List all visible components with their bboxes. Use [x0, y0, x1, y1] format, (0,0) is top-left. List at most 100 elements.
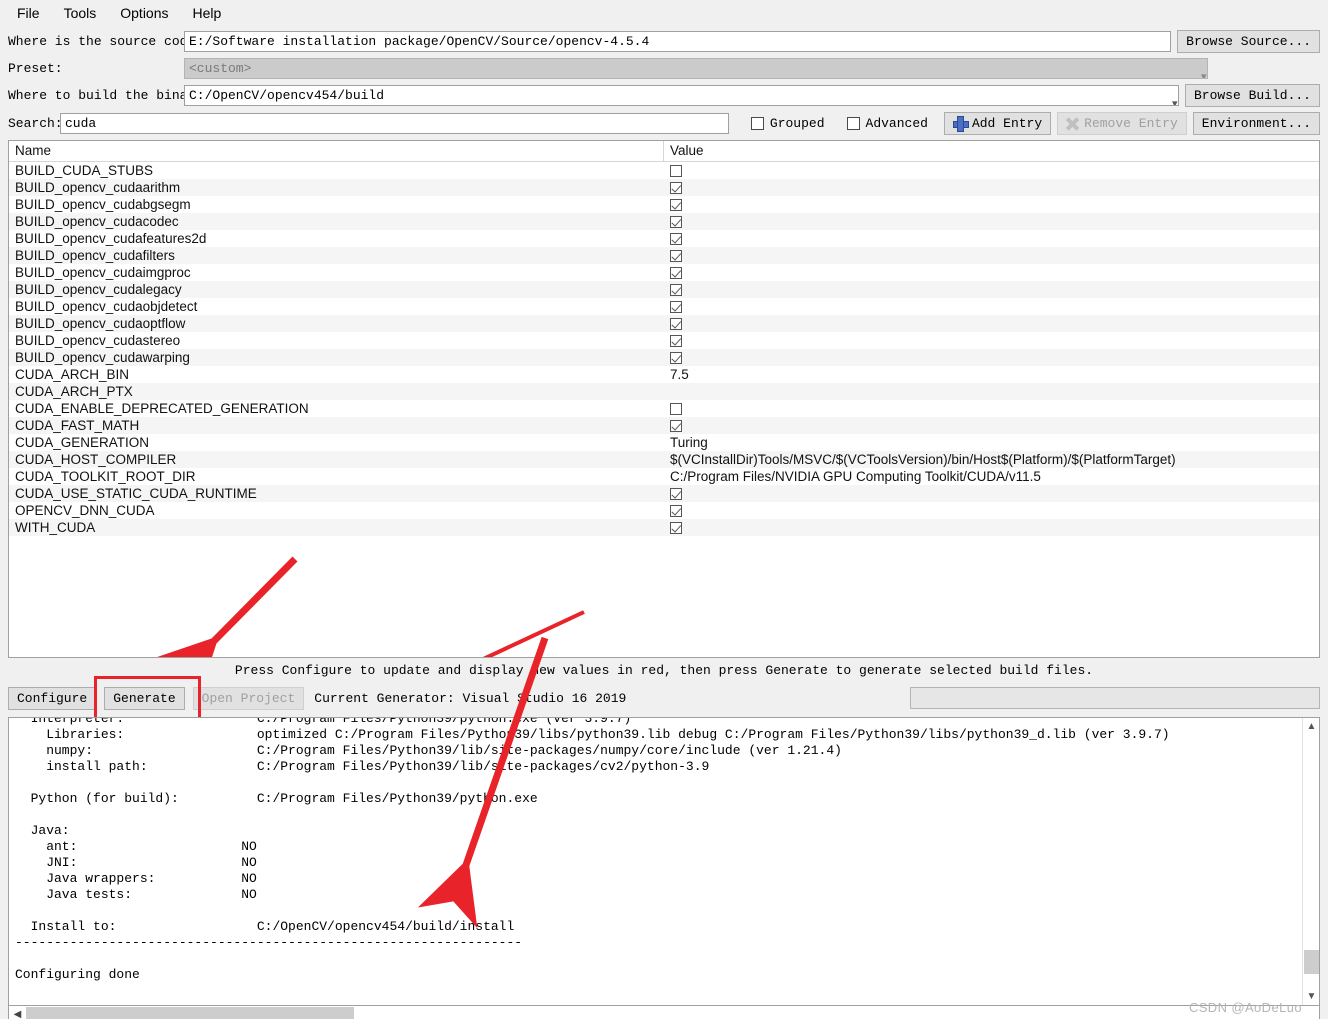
watermark: CSDN @AoDeLuo: [1188, 1000, 1302, 1015]
environment-button[interactable]: Environment...: [1192, 111, 1320, 135]
table-row[interactable]: BUILD_opencv_cudabgsegm: [9, 196, 1319, 213]
checkbox-checked-icon[interactable]: [670, 232, 682, 245]
cell-variable-value[interactable]: [664, 419, 1319, 432]
checkbox-icon: [750, 116, 764, 130]
table-row[interactable]: CUDA_ARCH_BIN 7.5: [9, 366, 1319, 383]
scrollbar-thumb[interactable]: [1304, 950, 1319, 974]
cell-variable-value[interactable]: [664, 232, 1319, 245]
log-horizontal-scrollbar[interactable]: ◀: [8, 1006, 1320, 1019]
table-row[interactable]: BUILD_opencv_cudaoptflow: [9, 315, 1319, 332]
cell-variable-value[interactable]: [664, 487, 1319, 500]
browse-source-button[interactable]: Browse Source...: [1177, 30, 1320, 53]
configure-button[interactable]: Configure: [8, 686, 97, 710]
table-row[interactable]: BUILD_CUDA_STUBS: [9, 162, 1319, 179]
menu-item-options[interactable]: Options: [111, 2, 177, 24]
grouped-checkbox[interactable]: Grouped: [750, 116, 825, 131]
remove-entry-button: Remove Entry: [1057, 111, 1187, 135]
cell-text-value: C:/Program Files/NVIDIA GPU Computing To…: [670, 469, 1041, 484]
cell-variable-name: BUILD_opencv_cudafilters: [15, 248, 175, 263]
checkbox-unchecked-icon[interactable]: [670, 402, 682, 415]
checkbox-checked-icon[interactable]: [670, 504, 682, 517]
table-row[interactable]: WITH_CUDA: [9, 519, 1319, 536]
menu-item-tools[interactable]: Tools: [55, 2, 106, 24]
checkbox-checked-icon[interactable]: [670, 317, 682, 330]
cell-variable-name: BUILD_opencv_cudalegacy: [15, 282, 182, 297]
cell-variable-value[interactable]: $(VCInstallDir)Tools/MSVC/$(VCToolsVersi…: [664, 452, 1319, 467]
cell-variable-value[interactable]: 7.5: [664, 367, 1319, 382]
cell-variable-name: WITH_CUDA: [15, 520, 96, 535]
cell-variable-value[interactable]: [664, 317, 1319, 330]
checkbox-checked-icon[interactable]: [670, 249, 682, 262]
cell-variable-value[interactable]: [664, 266, 1319, 279]
table-row[interactable]: BUILD_opencv_cudacodec: [9, 213, 1319, 230]
cell-variable-value[interactable]: [664, 521, 1319, 534]
hscrollbar-thumb[interactable]: [26, 1006, 354, 1019]
checkbox-checked-icon[interactable]: [670, 334, 682, 347]
checkbox-checked-icon[interactable]: [670, 283, 682, 296]
table-row[interactable]: BUILD_opencv_cudastereo: [9, 332, 1319, 349]
table-row[interactable]: BUILD_opencv_cudafilters: [9, 247, 1319, 264]
cell-variable-value[interactable]: [664, 504, 1319, 517]
column-header-value[interactable]: Value: [664, 141, 1319, 161]
checkbox-checked-icon[interactable]: [670, 300, 682, 313]
cell-variable-value[interactable]: C:/Program Files/NVIDIA GPU Computing To…: [664, 469, 1319, 484]
table-row[interactable]: CUDA_HOST_COMPILER $(VCInstallDir)Tools/M…: [9, 451, 1319, 468]
cell-variable-name: CUDA_USE_STATIC_CUDA_RUNTIME: [15, 486, 257, 501]
table-row[interactable]: CUDA_FAST_MATH: [9, 417, 1319, 434]
add-entry-button[interactable]: Add Entry: [943, 111, 1052, 135]
table-row[interactable]: BUILD_opencv_cudaimgproc: [9, 264, 1319, 281]
cell-variable-value[interactable]: [664, 164, 1319, 177]
cell-variable-value[interactable]: [664, 300, 1319, 313]
table-row[interactable]: BUILD_opencv_cudafeatures2d: [9, 230, 1319, 247]
checkbox-checked-icon[interactable]: [670, 215, 682, 228]
generate-button[interactable]: Generate: [104, 686, 185, 710]
checkbox-checked-icon[interactable]: [670, 419, 682, 432]
log-output-panel: Interpreter: C:/Program Files/Python39/p…: [8, 717, 1320, 1006]
cell-variable-value[interactable]: [664, 283, 1319, 296]
table-row[interactable]: BUILD_opencv_cudalegacy: [9, 281, 1319, 298]
build-path-input[interactable]: C:/OpenCV/opencv454/build ▾: [184, 85, 1179, 106]
checkbox-checked-icon[interactable]: [670, 521, 682, 534]
source-path-input[interactable]: E:/Software installation package/OpenCV/…: [184, 31, 1172, 52]
scroll-up-icon[interactable]: ▲: [1303, 718, 1319, 735]
cell-variable-value[interactable]: [664, 402, 1319, 415]
scroll-left-icon[interactable]: ◀: [9, 1007, 26, 1019]
checkbox-checked-icon[interactable]: [670, 266, 682, 279]
table-row[interactable]: BUILD_opencv_cudaobjdetect: [9, 298, 1319, 315]
cell-variable-value[interactable]: [664, 351, 1319, 364]
table-row[interactable]: CUDA_GENERATION Turing: [9, 434, 1319, 451]
hscroll-track[interactable]: [26, 1006, 1319, 1019]
preset-select[interactable]: <custom> ▾: [184, 58, 1208, 79]
search-input[interactable]: cuda: [60, 112, 729, 134]
table-row[interactable]: OPENCV_DNN_CUDA: [9, 502, 1319, 519]
cell-variable-name: CUDA_ENABLE_DEPRECATED_GENERATION: [15, 401, 309, 416]
table-row[interactable]: CUDA_USE_STATIC_CUDA_RUNTIME: [9, 485, 1319, 502]
cell-variable-name: BUILD_opencv_cudacodec: [15, 214, 179, 229]
column-header-name[interactable]: Name: [9, 141, 664, 161]
cell-variable-value[interactable]: Turing: [664, 435, 1319, 450]
checkbox-checked-icon[interactable]: [670, 181, 682, 194]
log-vertical-scrollbar[interactable]: ▲ ▼: [1302, 718, 1319, 1005]
scroll-down-icon[interactable]: ▼: [1303, 988, 1319, 1005]
menu-item-file[interactable]: File: [8, 2, 49, 24]
cell-variable-name: CUDA_FAST_MATH: [15, 418, 140, 433]
cell-variable-value[interactable]: [664, 181, 1319, 194]
checkbox-checked-icon[interactable]: [670, 351, 682, 364]
checkbox-checked-icon[interactable]: [670, 198, 682, 211]
cell-variable-value[interactable]: [664, 198, 1319, 211]
cell-text-value: Turing: [670, 435, 708, 450]
advanced-checkbox[interactable]: Advanced: [846, 116, 928, 131]
cell-text-value: $(VCInstallDir)Tools/MSVC/$(VCToolsVersi…: [670, 452, 1176, 467]
table-row[interactable]: CUDA_TOOLKIT_ROOT_DIR C:/Program Files/NV…: [9, 468, 1319, 485]
browse-build-button[interactable]: Browse Build...: [1184, 84, 1320, 107]
checkbox-unchecked-icon[interactable]: [670, 164, 682, 177]
menu-item-help[interactable]: Help: [184, 2, 231, 24]
table-row[interactable]: CUDA_ARCH_PTX: [9, 383, 1319, 400]
checkbox-checked-icon[interactable]: [670, 487, 682, 500]
cell-variable-value[interactable]: [664, 334, 1319, 347]
table-row[interactable]: BUILD_opencv_cudawarping: [9, 349, 1319, 366]
cell-variable-value[interactable]: [664, 215, 1319, 228]
table-row[interactable]: BUILD_opencv_cudaarithm: [9, 179, 1319, 196]
table-row[interactable]: CUDA_ENABLE_DEPRECATED_GENERATION: [9, 400, 1319, 417]
cell-variable-value[interactable]: [664, 249, 1319, 262]
